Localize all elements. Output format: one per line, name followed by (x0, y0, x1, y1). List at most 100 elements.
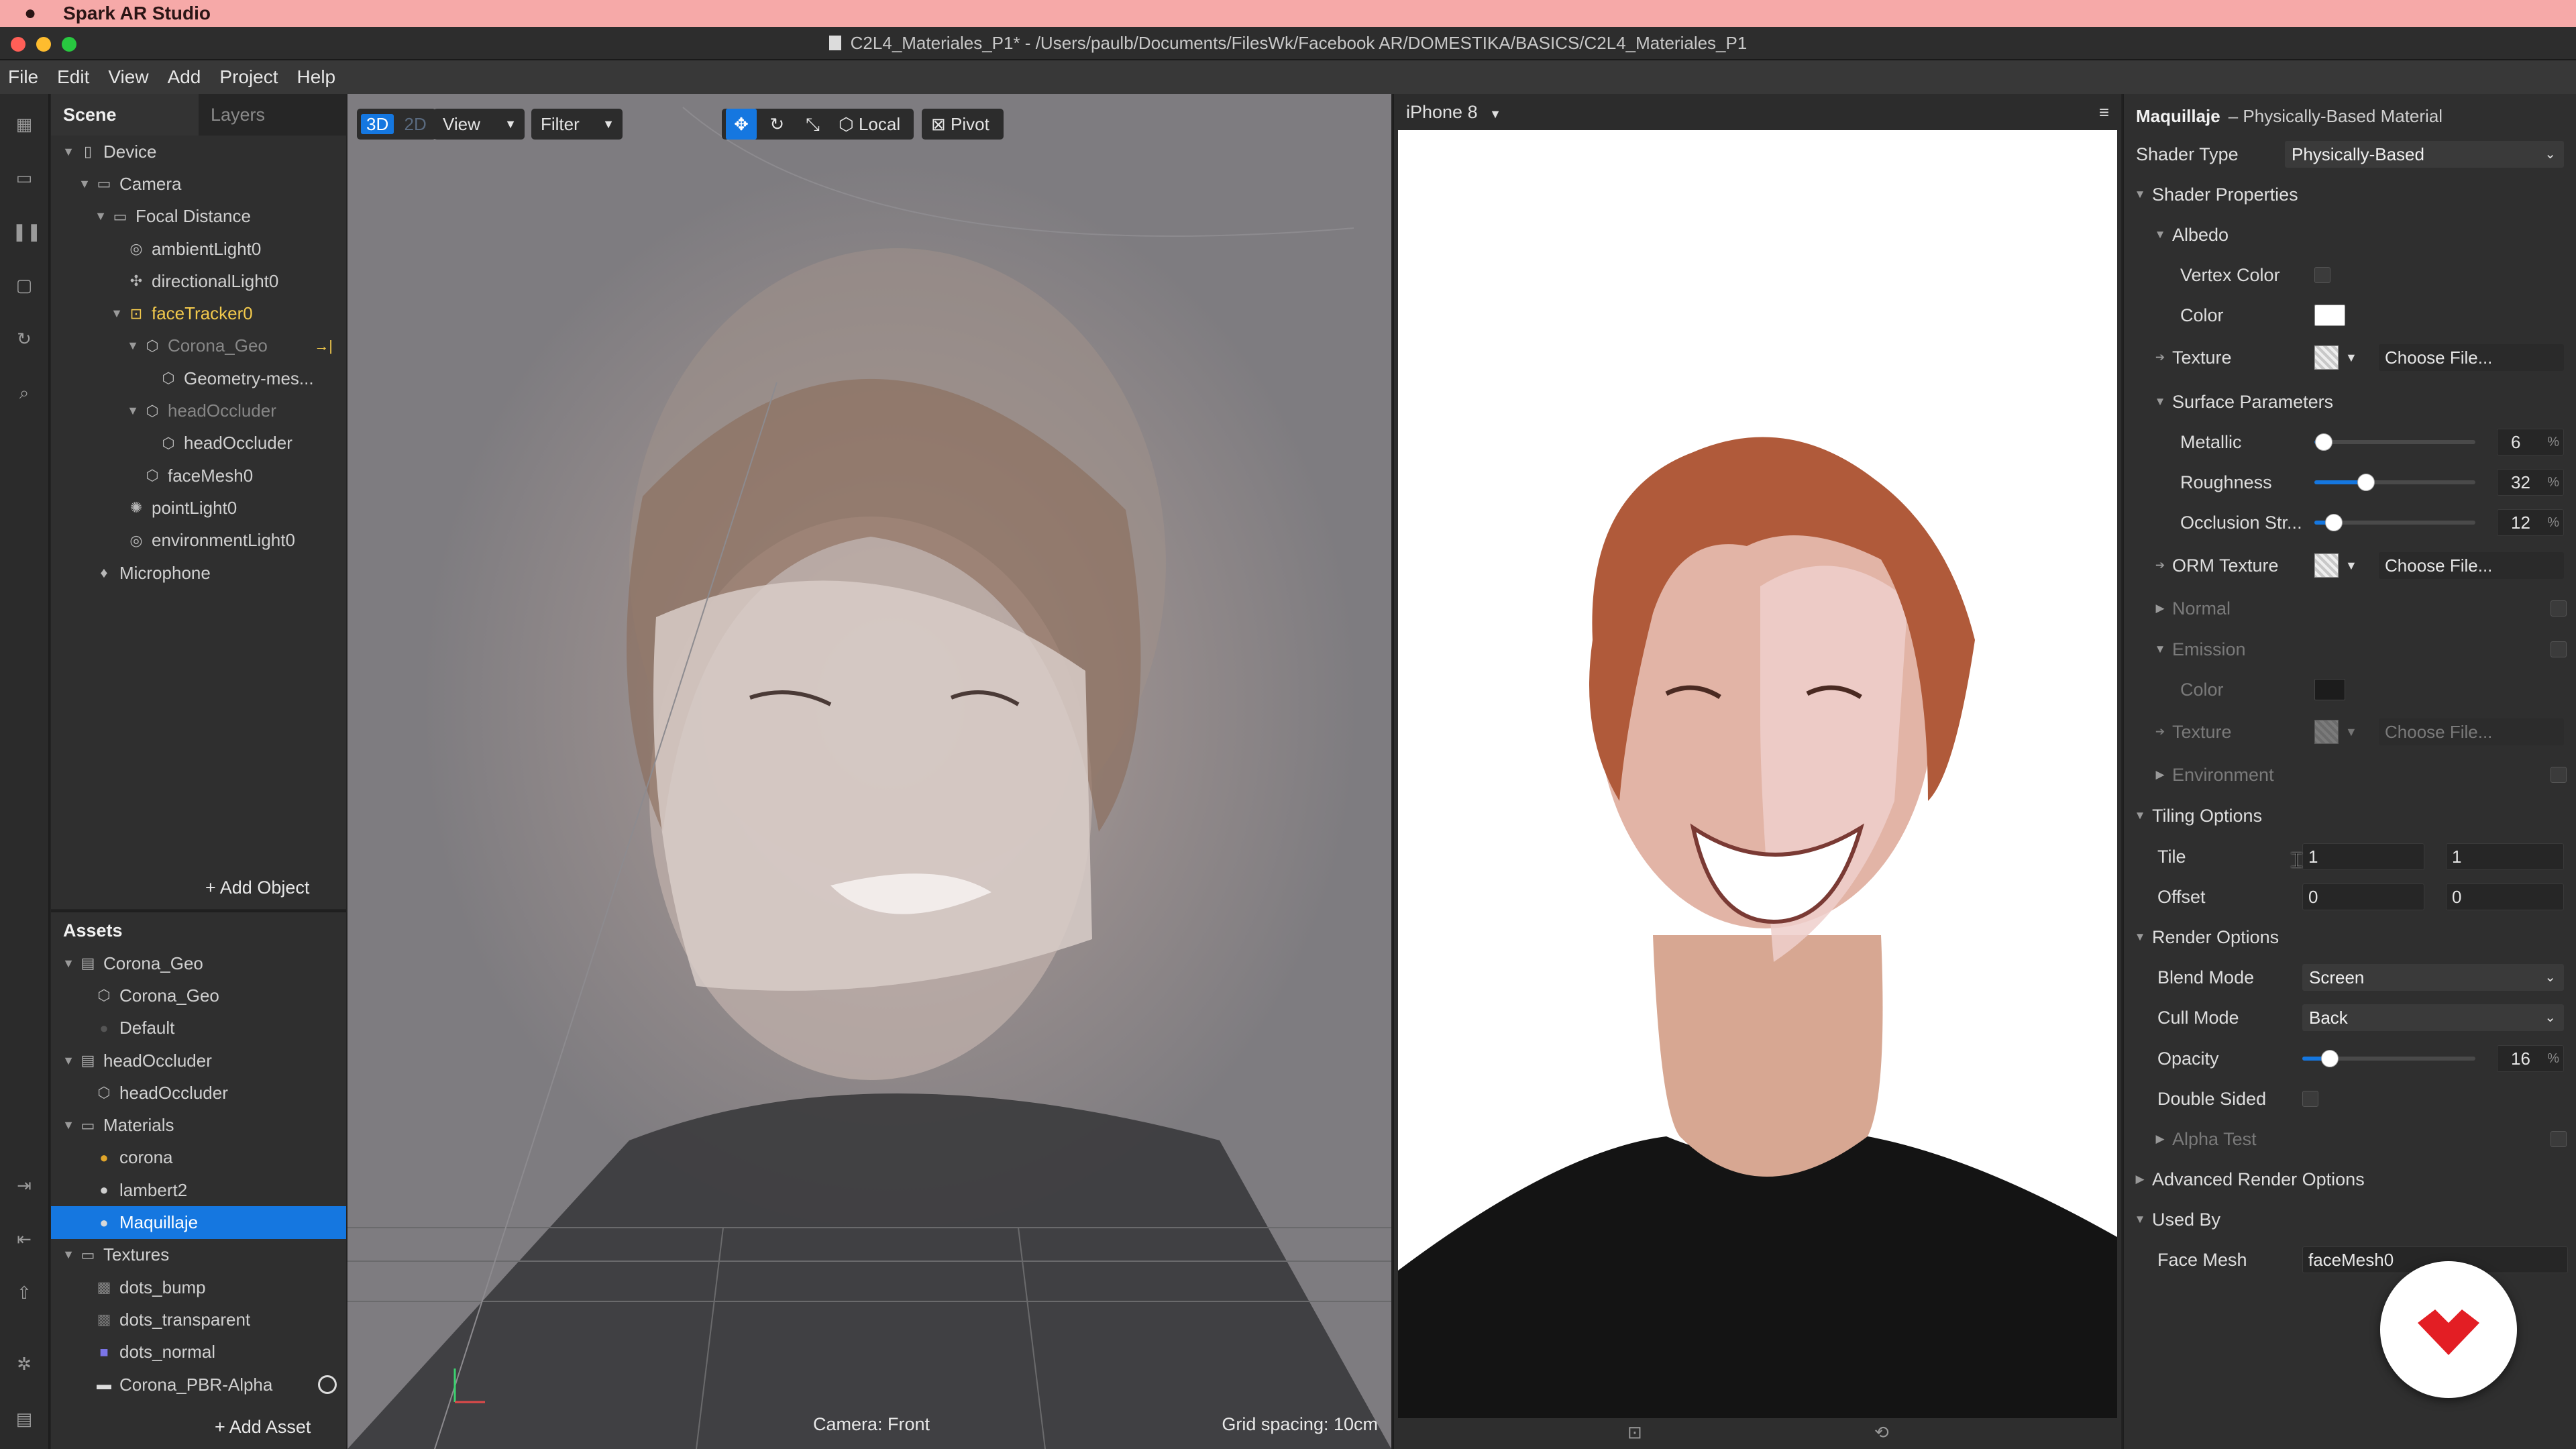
advanced-render-options-section[interactable]: ▶ Advanced Render Options (2124, 1159, 2576, 1199)
linked-arrow-icon[interactable]: →| (314, 337, 333, 355)
emission-texture-picker[interactable]: ▼ (2314, 718, 2357, 745)
tree-item-face-mesh[interactable]: ⬡ faceMesh0 (51, 460, 346, 492)
occlusion-value-field[interactable]: 12% (2497, 509, 2564, 536)
used-by-section[interactable]: ▼ Used By (2124, 1199, 2576, 1240)
shader-properties-section[interactable]: ▼ Shader Properties (2124, 174, 2576, 215)
cull-mode-dropdown[interactable]: Back ⌄ (2302, 1004, 2564, 1031)
tab-scene[interactable]: Scene (51, 94, 199, 136)
roughness-slider-knob[interactable] (2357, 474, 2375, 491)
vertex-color-checkbox[interactable] (2314, 267, 2330, 283)
offset-y-input[interactable]: 0 (2446, 883, 2564, 910)
hamburger-menu-icon[interactable]: ≡ (2099, 94, 2109, 130)
environment-enable-checkbox[interactable] (2551, 767, 2567, 783)
send-to-device-icon[interactable]: ⇤ (12, 1228, 36, 1250)
emission-enable-checkbox[interactable] (2551, 641, 2567, 657)
asset-material-maquillaje[interactable]: ● Maquillaje (51, 1206, 346, 1239)
add-object-button[interactable]: + Add Object (205, 877, 309, 898)
double-sided-checkbox[interactable] (2302, 1091, 2318, 1107)
albedo-texture-picker[interactable]: ▼ (2314, 344, 2357, 371)
emission-section[interactable]: ▼ Emission (2124, 629, 2576, 669)
normal-enable-checkbox[interactable] (2551, 600, 2567, 616)
render-options-section[interactable]: ▼ Render Options (2124, 917, 2576, 957)
roughness-slider[interactable] (2314, 474, 2475, 491)
asset-corona-geo-mesh[interactable]: ⬡ Corona_Geo (51, 979, 346, 1012)
filter-dropdown[interactable]: Filter ▼ (531, 109, 623, 140)
view-dropdown[interactable]: View ▼ (433, 109, 525, 140)
tree-item-focal-distance[interactable]: ▼ ▭ Focal Distance (51, 201, 346, 233)
occlusion-slider[interactable] (2314, 514, 2475, 531)
tree-item-geometry-mesh[interactable]: ⬡ Geometry-mes... (51, 362, 346, 394)
asset-texture-dots-normal[interactable]: ■ dots_normal (51, 1336, 346, 1368)
os-app-name[interactable]: Spark AR Studio (63, 3, 211, 24)
rotate-device-icon[interactable]: ⟲ (1874, 1422, 1889, 1443)
roughness-value-field[interactable]: 32% (2497, 469, 2564, 496)
asset-texture-corona-pbr-alpha[interactable]: ▬ Corona_PBR-Alpha (51, 1368, 346, 1401)
view-mode-toggle[interactable]: 3D 2D (357, 109, 436, 140)
albedo-section[interactable]: ▼ Albedo (2124, 215, 2576, 255)
zoom-window-icon[interactable] (62, 37, 76, 52)
mode-2d-button[interactable]: 2D (398, 114, 431, 134)
surface-parameters-section[interactable]: ▼ Surface Parameters (2124, 382, 2576, 422)
metallic-slider-knob[interactable] (2315, 433, 2333, 451)
menu-edit[interactable]: Edit (57, 66, 89, 88)
asset-materials-folder[interactable]: ▼ ▭ Materials (51, 1109, 346, 1141)
menu-help[interactable]: Help (297, 66, 336, 88)
tree-item-microphone[interactable]: ♦ Microphone (51, 557, 346, 589)
local-toggle[interactable]: ⬡ Local (829, 109, 914, 140)
upload-icon[interactable]: ⇧ (12, 1281, 36, 1304)
tree-item-corona-geo[interactable]: ▼ ⬡ Corona_Geo →| (51, 330, 346, 362)
asset-head-occluder-file[interactable]: ▼ ▤ headOccluder (51, 1044, 346, 1077)
menu-add[interactable]: Add (168, 66, 201, 88)
tree-item-point-light[interactable]: ✺ pointLight0 (51, 492, 346, 524)
asset-head-occluder-mesh[interactable]: ⬡ headOccluder (51, 1077, 346, 1109)
emission-color-swatch[interactable] (2314, 679, 2345, 700)
close-window-icon[interactable] (11, 37, 25, 52)
asset-corona-geo-file[interactable]: ▼ ▤ Corona_Geo (51, 947, 346, 979)
link-arrow-icon[interactable]: ➔ (2153, 725, 2167, 739)
offset-x-input[interactable]: 0 (2302, 883, 2424, 910)
metallic-value-field[interactable]: 6% (2497, 429, 2564, 455)
tree-item-head-occluder[interactable]: ⬡ headOccluder (51, 427, 346, 460)
tree-item-face-tracker[interactable]: ▼ ⊡ faceTracker0 (51, 297, 346, 329)
emission-choose-file-button[interactable]: Choose File... (2379, 718, 2564, 745)
device-frame-icon[interactable]: ▢ (12, 274, 36, 297)
alpha-test-section[interactable]: ▶ Alpha Test (2124, 1119, 2576, 1159)
video-icon[interactable]: ▭ (12, 166, 36, 189)
scale-tool-icon[interactable]: ⤡ (797, 109, 828, 140)
search-icon[interactable]: ⌕ (12, 381, 36, 404)
opacity-slider-knob[interactable] (2321, 1050, 2339, 1067)
menu-file[interactable]: File (8, 66, 38, 88)
occlusion-slider-knob[interactable] (2324, 514, 2343, 531)
metallic-slider[interactable] (2314, 433, 2475, 451)
tiling-options-section[interactable]: ▼ Tiling Options (2124, 796, 2576, 836)
asset-material-lambert2[interactable]: ● lambert2 (51, 1174, 346, 1206)
rotate-tool-icon[interactable]: ↻ (761, 109, 792, 140)
tile-y-input[interactable]: 1 (2446, 843, 2564, 870)
layout-icon[interactable]: ▦ (12, 113, 36, 136)
device-dropdown[interactable]: iPhone 8 (1406, 102, 1478, 122)
link-arrow-icon[interactable]: ➔ (2153, 351, 2167, 364)
tree-item-head-occluder-parent[interactable]: ▼ ⬡ headOccluder (51, 394, 346, 427)
blend-mode-dropdown[interactable]: Screen ⌄ (2302, 964, 2564, 991)
apple-icon[interactable]: ● (24, 2, 36, 25)
pivot-toggle[interactable]: ⊠ Pivot (922, 109, 1004, 140)
chevron-down-icon[interactable]: ▼ (1489, 107, 1501, 121)
bug-icon[interactable]: ✲ (12, 1352, 36, 1375)
albedo-choose-file-button[interactable]: Choose File... (2379, 344, 2564, 371)
move-tool-icon[interactable]: ✥ (726, 109, 757, 140)
tab-layers[interactable]: Layers (199, 94, 346, 136)
asset-texture-dots-transparent[interactable]: ▩ dots_transparent (51, 1303, 346, 1336)
orm-choose-file-button[interactable]: Choose File... (2379, 552, 2564, 579)
pause-icon[interactable]: ❚❚ (12, 220, 42, 243)
tree-item-environment-light[interactable]: ◎ environmentLight0 (51, 525, 346, 557)
preview-screen[interactable] (1398, 130, 2117, 1418)
albedo-color-swatch[interactable] (2314, 305, 2345, 326)
asset-material-corona[interactable]: ● corona (51, 1142, 346, 1174)
tree-item-device[interactable]: ▼ ▯ Device (51, 136, 346, 168)
export-icon[interactable]: ⇥ (12, 1174, 36, 1197)
screenshot-icon[interactable]: ⊡ (1627, 1422, 1642, 1443)
tile-x-input[interactable]: 1 (2302, 843, 2424, 870)
add-asset-button[interactable]: + Add Asset (215, 1417, 311, 1438)
refresh-icon[interactable]: ↻ (12, 327, 36, 350)
minimize-window-icon[interactable] (36, 37, 51, 52)
